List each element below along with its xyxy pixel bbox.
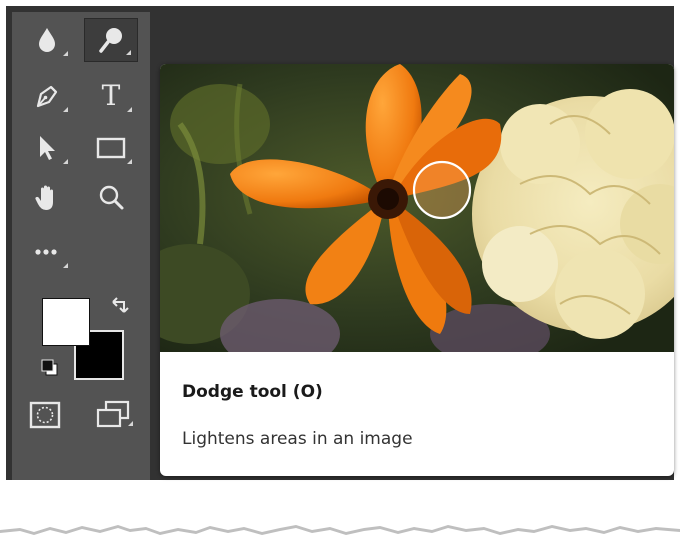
torn-paper-edge [0,525,680,552]
edit-toolbar-button[interactable] [20,230,74,274]
rectangle-icon [96,137,126,159]
hand-tool-button[interactable] [20,176,74,220]
pen-tool-button[interactable] [20,74,74,118]
default-colors-icon[interactable] [40,358,60,378]
dodge-tool-preview-image [160,64,674,352]
pen-icon [36,85,58,108]
dodge-icon [99,28,122,53]
path-selection-tool-button[interactable] [20,126,74,170]
tooltip-description: Lightens areas in an image [182,429,413,449]
type-tool-button[interactable]: T [84,74,138,118]
tools-panel: T [12,12,150,480]
tooltip-title: Dodge tool (O) [182,382,323,402]
type-icon: T [101,79,121,112]
dodge-tool-button[interactable] [84,18,138,62]
hand-icon [35,185,53,210]
quick-mask-icon[interactable] [26,398,64,432]
tool-tooltip: Dodge tool (O) Lightens areas in an imag… [160,64,674,476]
blur-tool-button[interactable] [20,18,74,62]
screen-mode-icon[interactable] [92,398,136,432]
arrow-cursor-icon [40,136,55,160]
rectangle-tool-button[interactable] [84,126,138,170]
swap-colors-icon[interactable] [108,294,132,318]
zoom-tool-button[interactable] [84,176,138,220]
water-drop-icon [39,28,55,52]
more-icon [35,249,57,255]
magnifier-icon [99,185,124,210]
foreground-color-swatch[interactable] [42,298,90,346]
